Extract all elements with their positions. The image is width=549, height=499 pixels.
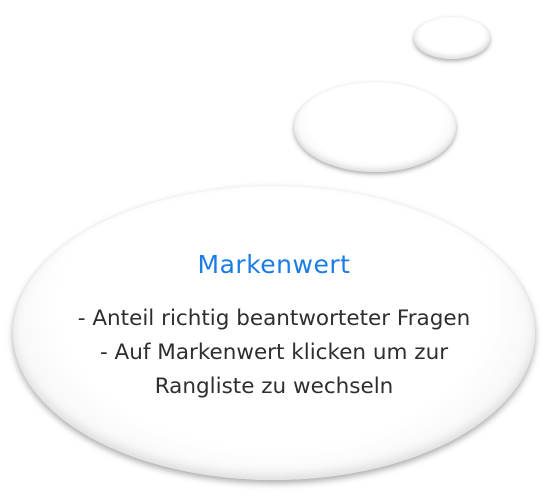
bubble-line-3: Rangliste zu wechseln [154,374,394,399]
bubble-title: Markenwert [197,250,351,279]
thought-bubble-small [414,17,490,59]
thought-bubble-medium [294,82,456,172]
bubble-line-2: - Auf Markenwert klicken um zur [99,340,449,365]
bubble-line-1: - Anteil richtig beantworteter Fragen [77,306,471,331]
bubble-description: - Anteil richtig beantworteter Fragen - … [13,302,535,404]
tooltip-canvas: Markenwert - Anteil richtig beantwortete… [0,0,549,499]
